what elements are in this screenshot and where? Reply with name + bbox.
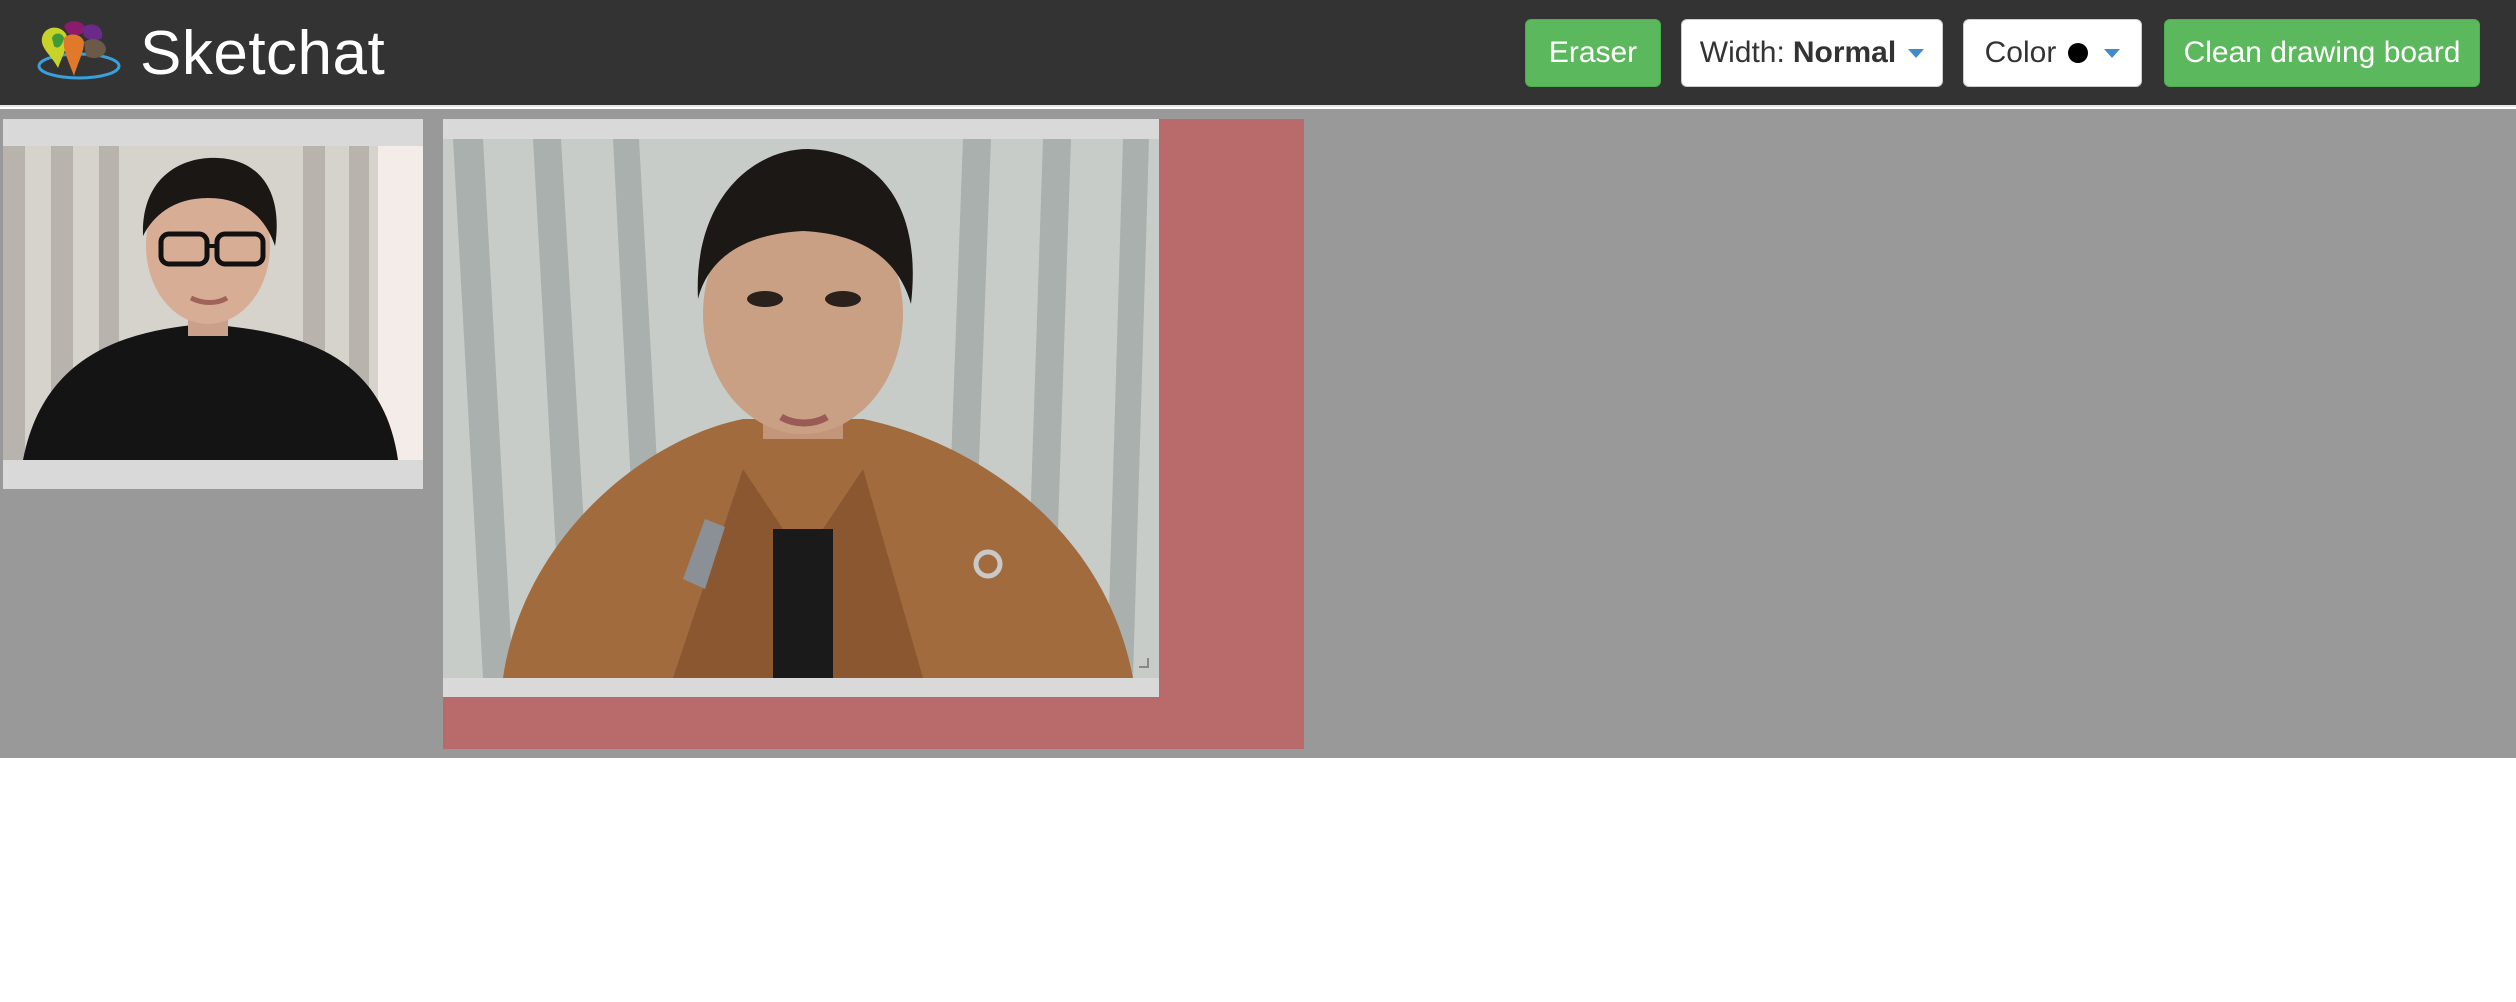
- app-title: Sketchat: [140, 19, 386, 88]
- chevron-down-icon: [1908, 48, 1925, 58]
- local-video[interactable]: [3, 146, 423, 460]
- paint-splash-logo-icon: [37, 21, 121, 80]
- local-video-frame: [3, 119, 423, 489]
- resize-handle-icon[interactable]: [1139, 658, 1149, 668]
- remote-video-frame: [443, 119, 1159, 697]
- width-dropdown[interactable]: Width: Normal: [1681, 19, 1943, 87]
- eraser-button[interactable]: Eraser: [1525, 19, 1661, 87]
- width-value: Normal: [1792, 36, 1897, 69]
- clean-board-button[interactable]: Clean drawing board: [2164, 19, 2480, 87]
- eraser-button-label: Eraser: [1548, 36, 1638, 69]
- webcam-video-person-glasses: [3, 146, 423, 460]
- chevron-down-icon: [2104, 48, 2121, 58]
- color-swatch-icon: [2068, 43, 2089, 63]
- clean-board-button-label: Clean drawing board: [2183, 36, 2461, 69]
- webcam-video-person-coat: [443, 139, 1159, 678]
- remote-video[interactable]: [443, 139, 1159, 678]
- brand[interactable]: Sketchat: [34, 16, 385, 91]
- width-label: Width:: [1699, 36, 1785, 69]
- color-dropdown[interactable]: Color: [1963, 19, 2142, 87]
- video-stage: [0, 109, 2516, 758]
- top-navbar: Sketchat Eraser Width: Normal Color Clea…: [0, 0, 2516, 107]
- color-label: Color: [1984, 36, 2057, 69]
